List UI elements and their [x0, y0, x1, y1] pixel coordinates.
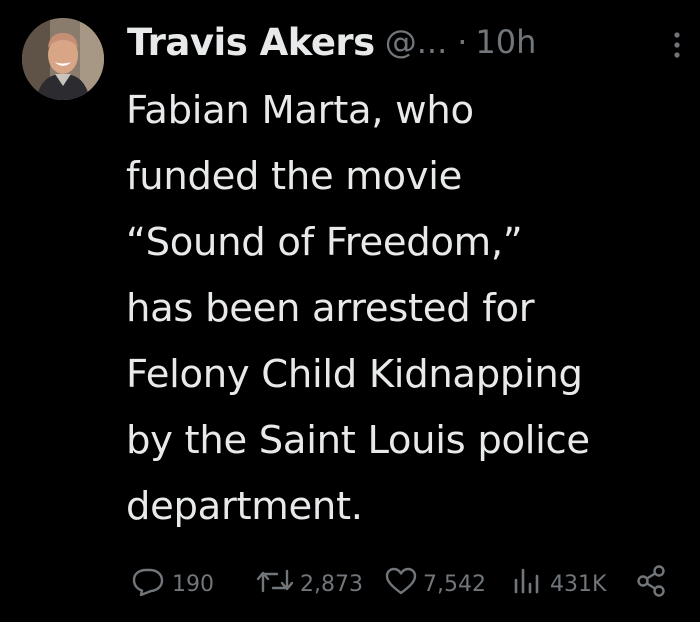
- separator-dot: ·: [457, 23, 468, 61]
- views-count: 431K: [550, 571, 607, 597]
- retweet-count: 2,873: [300, 571, 363, 597]
- avatar[interactable]: [22, 18, 104, 100]
- like-button[interactable]: 7,542: [383, 562, 486, 606]
- reply-icon: [128, 566, 168, 602]
- heart-icon: [383, 566, 419, 602]
- tweet: Travis Akers @... · 10h Fabian Marta, wh…: [0, 0, 700, 622]
- retweet-icon: [254, 566, 296, 602]
- reply-button[interactable]: 190: [128, 562, 214, 606]
- reply-count: 190: [172, 571, 214, 597]
- share-icon: [634, 564, 670, 604]
- tweet-header: Travis Akers @... · 10h: [127, 16, 536, 68]
- author-display-name[interactable]: Travis Akers: [127, 21, 375, 64]
- share-button[interactable]: [634, 562, 670, 606]
- tweet-text: Fabian Marta, who funded the movie “Soun…: [126, 88, 590, 529]
- author-handle[interactable]: @...: [385, 23, 448, 61]
- like-count: 7,542: [423, 571, 486, 597]
- views-icon: [510, 566, 546, 602]
- retweet-button[interactable]: 2,873: [254, 562, 363, 606]
- views-button[interactable]: 431K: [510, 562, 606, 606]
- tweet-actions: 190 2,873 7,542 431K: [0, 562, 700, 606]
- tweet-timestamp[interactable]: 10h: [475, 23, 536, 61]
- more-icon[interactable]: [670, 30, 684, 60]
